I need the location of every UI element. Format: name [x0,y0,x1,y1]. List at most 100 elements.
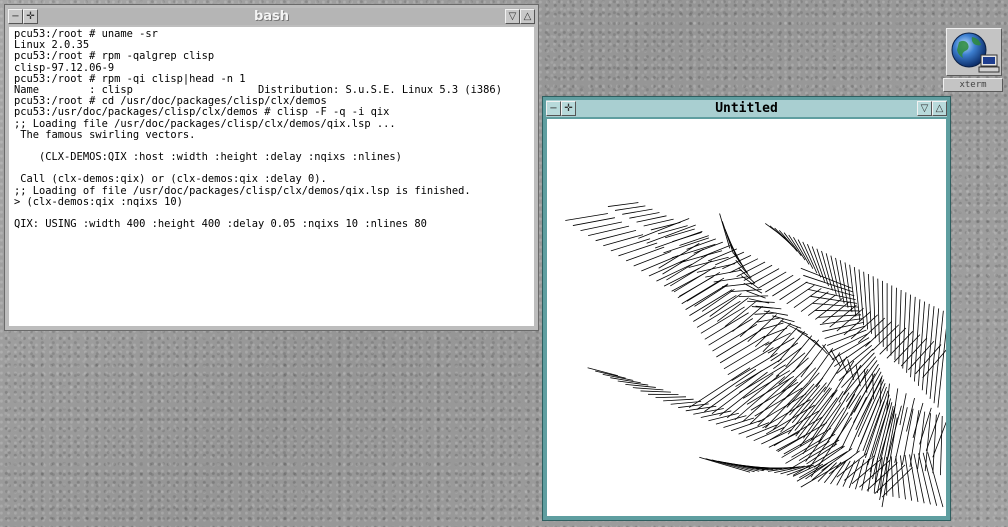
terminal-line: (CLX-DEMOS:QIX :host :width :height :del… [14,151,402,164]
qix-vector [924,413,931,472]
qix-vector [636,215,667,223]
window-menu-button[interactable]: − [546,101,561,116]
qix-vector [625,383,656,388]
qix-vector [663,398,694,402]
qix-vector [807,244,822,278]
terminal-area[interactable]: pcu53:/root # uname -sr Linux 2.0.35 pcu53… [9,27,534,326]
qix-vector [800,291,829,312]
qix-vector [717,297,749,322]
qix-vector [819,318,863,325]
terminal-output[interactable]: pcu53:/root # uname -sr Linux 2.0.35 pcu53… [9,27,534,326]
qix-vector [848,459,860,489]
qix-vector [618,242,658,257]
qix-vector [715,251,745,266]
qix-vector [663,237,710,254]
qix-vector [738,295,769,297]
triangle-up-icon: △ [935,102,944,114]
qix-vector [688,367,751,408]
terminal-line: The famous swirling vectors. [14,128,196,141]
qix-vector [800,343,827,378]
qix-vector [877,278,880,343]
qix-vector [607,202,639,207]
qix-vector [824,325,866,339]
qix-vector [778,230,798,252]
qix-vector [786,284,815,305]
qix-vector [743,282,763,294]
qix-vector [780,320,802,329]
qix-vector [913,453,925,504]
qix-vector [754,387,803,417]
qix-vector [729,258,759,274]
terminal-line: pcu53:/root # rpm -qalgrep clisp [14,50,215,63]
qix-vector [699,456,751,473]
window-move-button[interactable]: ✛ [23,9,38,24]
terminal-line: ;; Loading file /usr/doc/packages/clisp/… [14,117,396,130]
bash-window[interactable]: − ✛ bash ▽ △ pcu53:/root # uname -sr Linu… [4,4,539,331]
qix-vector [723,341,770,370]
qix-vector [686,280,721,302]
globe-icon-graphic [951,32,1000,73]
xterm-desktop-icon[interactable]: xterm [943,28,1003,94]
qix-vector [879,327,907,355]
qix-window[interactable]: − ✛ Untitled ▽ △ [542,96,951,521]
qix-vector [894,407,908,463]
qix-vector [719,335,766,364]
globe-computer-icon[interactable] [946,28,1002,76]
qix-vector [780,385,821,433]
qix-vector [625,246,665,262]
minus-icon: − [549,102,558,114]
maximize-button[interactable]: △ [520,9,535,24]
qix-vector [715,415,747,425]
qix-vector [671,243,716,259]
qix-vector [833,395,862,447]
qix-vector [841,396,867,449]
qix-vector [743,264,773,281]
window-menu-button[interactable]: − [8,9,23,24]
qix-vector [595,370,626,379]
qix-vector [940,415,943,476]
qix-vector [780,465,810,475]
qix-vector [610,238,651,252]
qix-vector [867,273,872,334]
window-move-button[interactable]: ✛ [561,101,576,116]
qix-vector [906,398,915,432]
qix-vector [933,310,944,404]
bash-titlebar[interactable]: − ✛ bash ▽ △ [8,8,535,25]
qix-vector [757,271,787,289]
iconify-button[interactable]: ▽ [505,9,520,24]
icon-label: xterm [943,78,1003,92]
qix-vector [708,412,739,422]
qix-vector [755,318,784,348]
qix-vector [929,308,940,399]
qix-vector [712,324,758,352]
qix-vector [792,339,820,373]
qix-vector [655,396,687,398]
maximize-button[interactable]: △ [932,101,947,116]
qix-vector [724,301,756,327]
qix-vector [800,267,852,289]
qix-vector [666,254,708,281]
terminal-line: pcu53:/root # uname -sr [14,28,158,40]
qix-vector [890,285,893,356]
qix-titlebar[interactable]: − ✛ Untitled ▽ △ [546,100,947,117]
qix-vector [815,352,841,388]
qix-vector [716,329,762,358]
qix-vector [746,424,777,438]
qix-vector [565,213,608,221]
qix-vector [696,368,757,410]
qix-vector [761,429,792,445]
qix-vector [648,259,686,277]
triangle-down-icon: ▽ [920,102,929,114]
iconify-button[interactable]: ▽ [917,101,932,116]
qix-vector [747,300,775,303]
qix-vector [895,455,900,499]
triangle-down-icon: ▽ [508,10,517,22]
window-title: bash [253,9,290,24]
qix-vector [603,234,644,247]
qix-vector [629,212,660,219]
qix-vector [863,271,869,330]
qix-vector [742,370,791,399]
qix-vector [765,274,794,293]
minus-icon: − [11,10,20,22]
terminal-line: pcu53:/usr/doc/packages/clisp/clx/demos … [14,106,390,119]
